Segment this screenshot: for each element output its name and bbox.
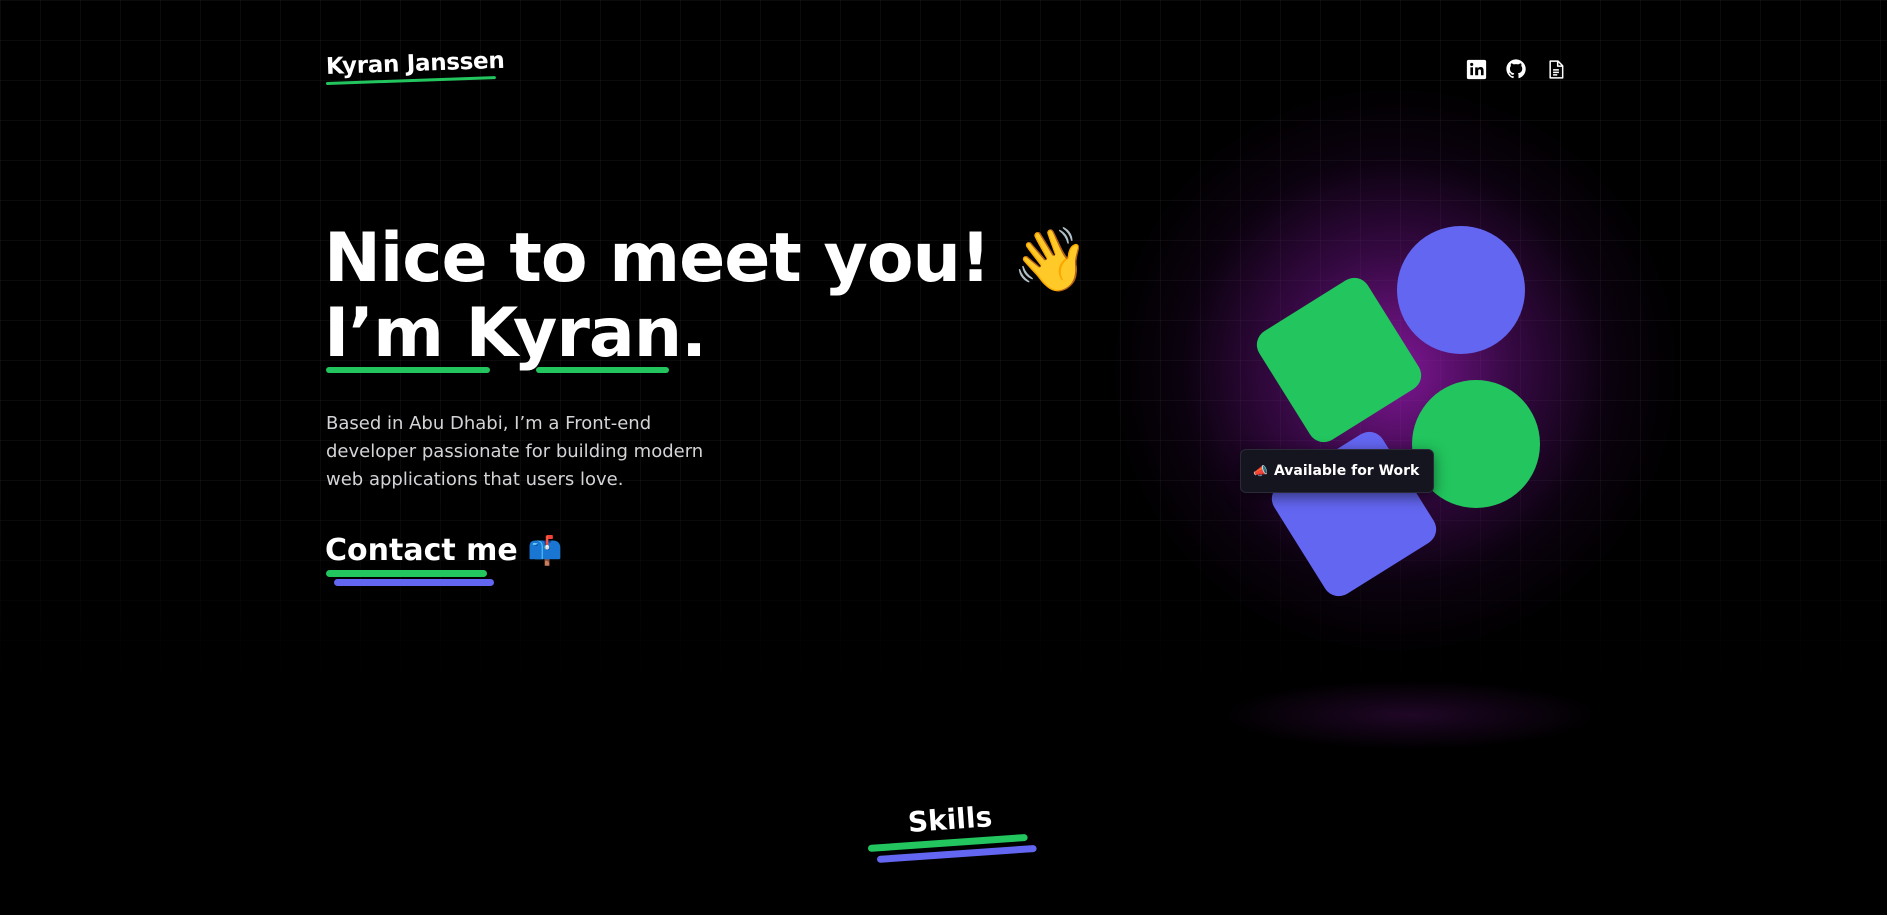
contact-me-link[interactable]: Contact me 📫 [325, 533, 563, 568]
github-icon [1505, 58, 1527, 80]
availability-badge-text: Available for Work [1273, 463, 1420, 479]
availability-badge: 📣 Available for Work [1240, 449, 1435, 493]
github-link[interactable] [1505, 58, 1527, 80]
resume-icon [1546, 59, 1566, 80]
megaphone-icon: 📣 [1253, 464, 1268, 478]
hero-title: Nice to meet you! 👋 I’m Kyran. [324, 219, 1089, 373]
indigo-circle-shape [1397, 226, 1525, 354]
hero-bio: Based in Abu Dhabi, I’m a Front-end deve… [326, 413, 704, 490]
hero-title-line1: Nice to meet you! 👋 [324, 219, 1089, 298]
contact-underline-indigo [334, 579, 494, 586]
page: Kyran Janssen Nice to meet you! 👋 I’m Ky… [0, 0, 1887, 915]
skills-heading: Skills [906, 800, 994, 839]
linkedin-icon [1466, 59, 1487, 80]
contact-underline-green [326, 570, 487, 577]
linkedin-link[interactable] [1465, 58, 1487, 80]
mailbox-icon: 📫 [527, 534, 563, 567]
hero-greeting: Nice to meet you! [324, 219, 991, 298]
hero-title-line2: I’m Kyran. [324, 294, 707, 373]
name-underline-right [536, 367, 669, 373]
resume-link[interactable] [1545, 58, 1567, 80]
floor-glow [1220, 680, 1600, 750]
wave-emoji-icon: 👋 [1011, 223, 1089, 296]
name-underline-left [326, 367, 490, 373]
contact-me-label: Contact me [325, 533, 518, 568]
